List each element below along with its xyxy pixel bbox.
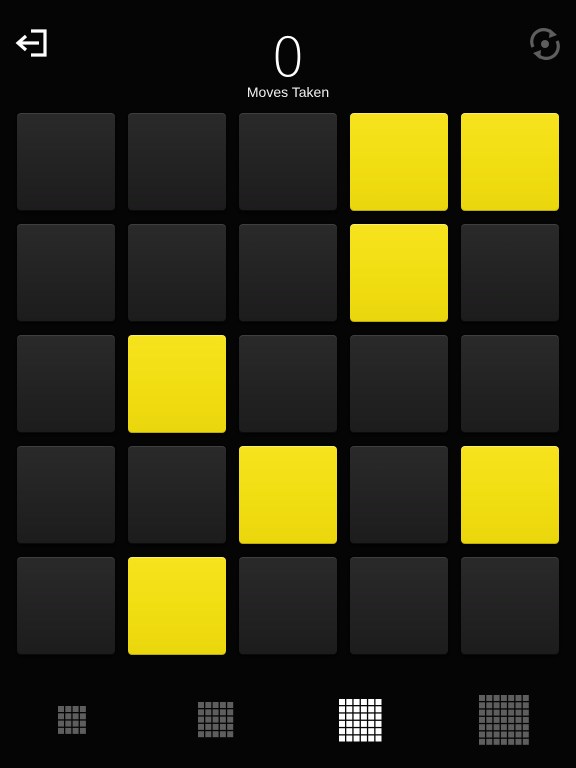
restart-icon — [530, 28, 560, 60]
tile-r1-c3[interactable] — [239, 113, 337, 211]
exit-button[interactable] — [12, 26, 50, 60]
grid-size-6x6-button[interactable] — [339, 699, 382, 742]
tile-r3-c4[interactable] — [350, 335, 448, 433]
tile-r5-c1[interactable] — [17, 557, 115, 655]
move-counter: 0 Moves Taken — [188, 26, 388, 100]
exit-icon — [15, 29, 47, 57]
tile-r5-c2[interactable] — [128, 557, 226, 655]
tile-r5-c5[interactable] — [461, 557, 559, 655]
tile-r1-c2[interactable] — [128, 113, 226, 211]
tile-r2-c1[interactable] — [17, 224, 115, 322]
grid-size-7x7-button[interactable] — [479, 695, 529, 745]
grid-7x7-icon — [479, 695, 529, 745]
tile-r1-c4[interactable] — [350, 113, 448, 211]
tile-r4-c3[interactable] — [239, 446, 337, 544]
tile-r4-c4[interactable] — [350, 446, 448, 544]
move-count: 0 — [270, 26, 306, 89]
tile-r3-c1[interactable] — [17, 335, 115, 433]
tile-r4-c2[interactable] — [128, 446, 226, 544]
tile-r4-c1[interactable] — [17, 446, 115, 544]
tile-r5-c3[interactable] — [239, 557, 337, 655]
grid-size-selector — [0, 680, 576, 760]
grid-6x6-icon — [339, 699, 382, 742]
tile-r2-c3[interactable] — [239, 224, 337, 322]
tile-r4-c5[interactable] — [461, 446, 559, 544]
tile-r2-c5[interactable] — [461, 224, 559, 322]
restart-button[interactable] — [526, 26, 564, 62]
tile-r1-c5[interactable] — [461, 113, 559, 211]
tile-r2-c2[interactable] — [128, 224, 226, 322]
tile-r1-c1[interactable] — [17, 113, 115, 211]
move-label: Moves Taken — [246, 84, 330, 100]
tile-r2-c4[interactable] — [350, 224, 448, 322]
tile-r5-c4[interactable] — [350, 557, 448, 655]
tile-r3-c3[interactable] — [239, 335, 337, 433]
tile-r3-c5[interactable] — [461, 335, 559, 433]
game-board — [17, 113, 559, 655]
grid-4x4-icon — [58, 706, 86, 734]
grid-size-4x4-button[interactable] — [58, 706, 86, 734]
grid-5x5-icon — [198, 702, 234, 738]
tile-r3-c2[interactable] — [128, 335, 226, 433]
grid-size-5x5-button[interactable] — [198, 702, 234, 738]
